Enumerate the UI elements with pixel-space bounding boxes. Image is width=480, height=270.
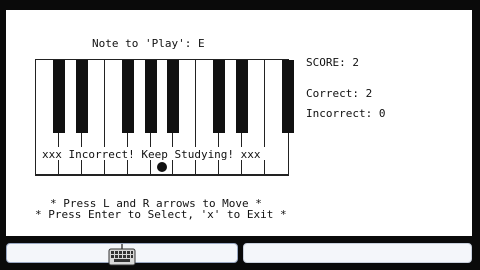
feedback-message: xxx Incorrect! Keep Studying! xxx [42,148,261,161]
black-key[interactable] [236,60,249,133]
keyboard-icon[interactable] [108,244,136,270]
key-cursor-marker [157,162,167,172]
taskbar-panel[interactable] [243,243,472,263]
black-key[interactable] [121,60,134,133]
black-key[interactable] [75,60,88,133]
black-key[interactable] [144,60,157,133]
correct-text: Correct: 2 [306,87,373,100]
score-text: SCORE: 2 [306,56,359,69]
black-key[interactable] [167,60,180,133]
note-prompt: Note to 'Play': E [92,37,205,50]
black-key[interactable] [282,60,294,133]
black-key[interactable] [213,60,226,133]
incorrect-text: Incorrect: 0 [306,107,386,120]
black-key[interactable] [52,60,65,133]
instruction-line-2: * Press Enter to Select, 'x' to Exit * [35,208,287,221]
